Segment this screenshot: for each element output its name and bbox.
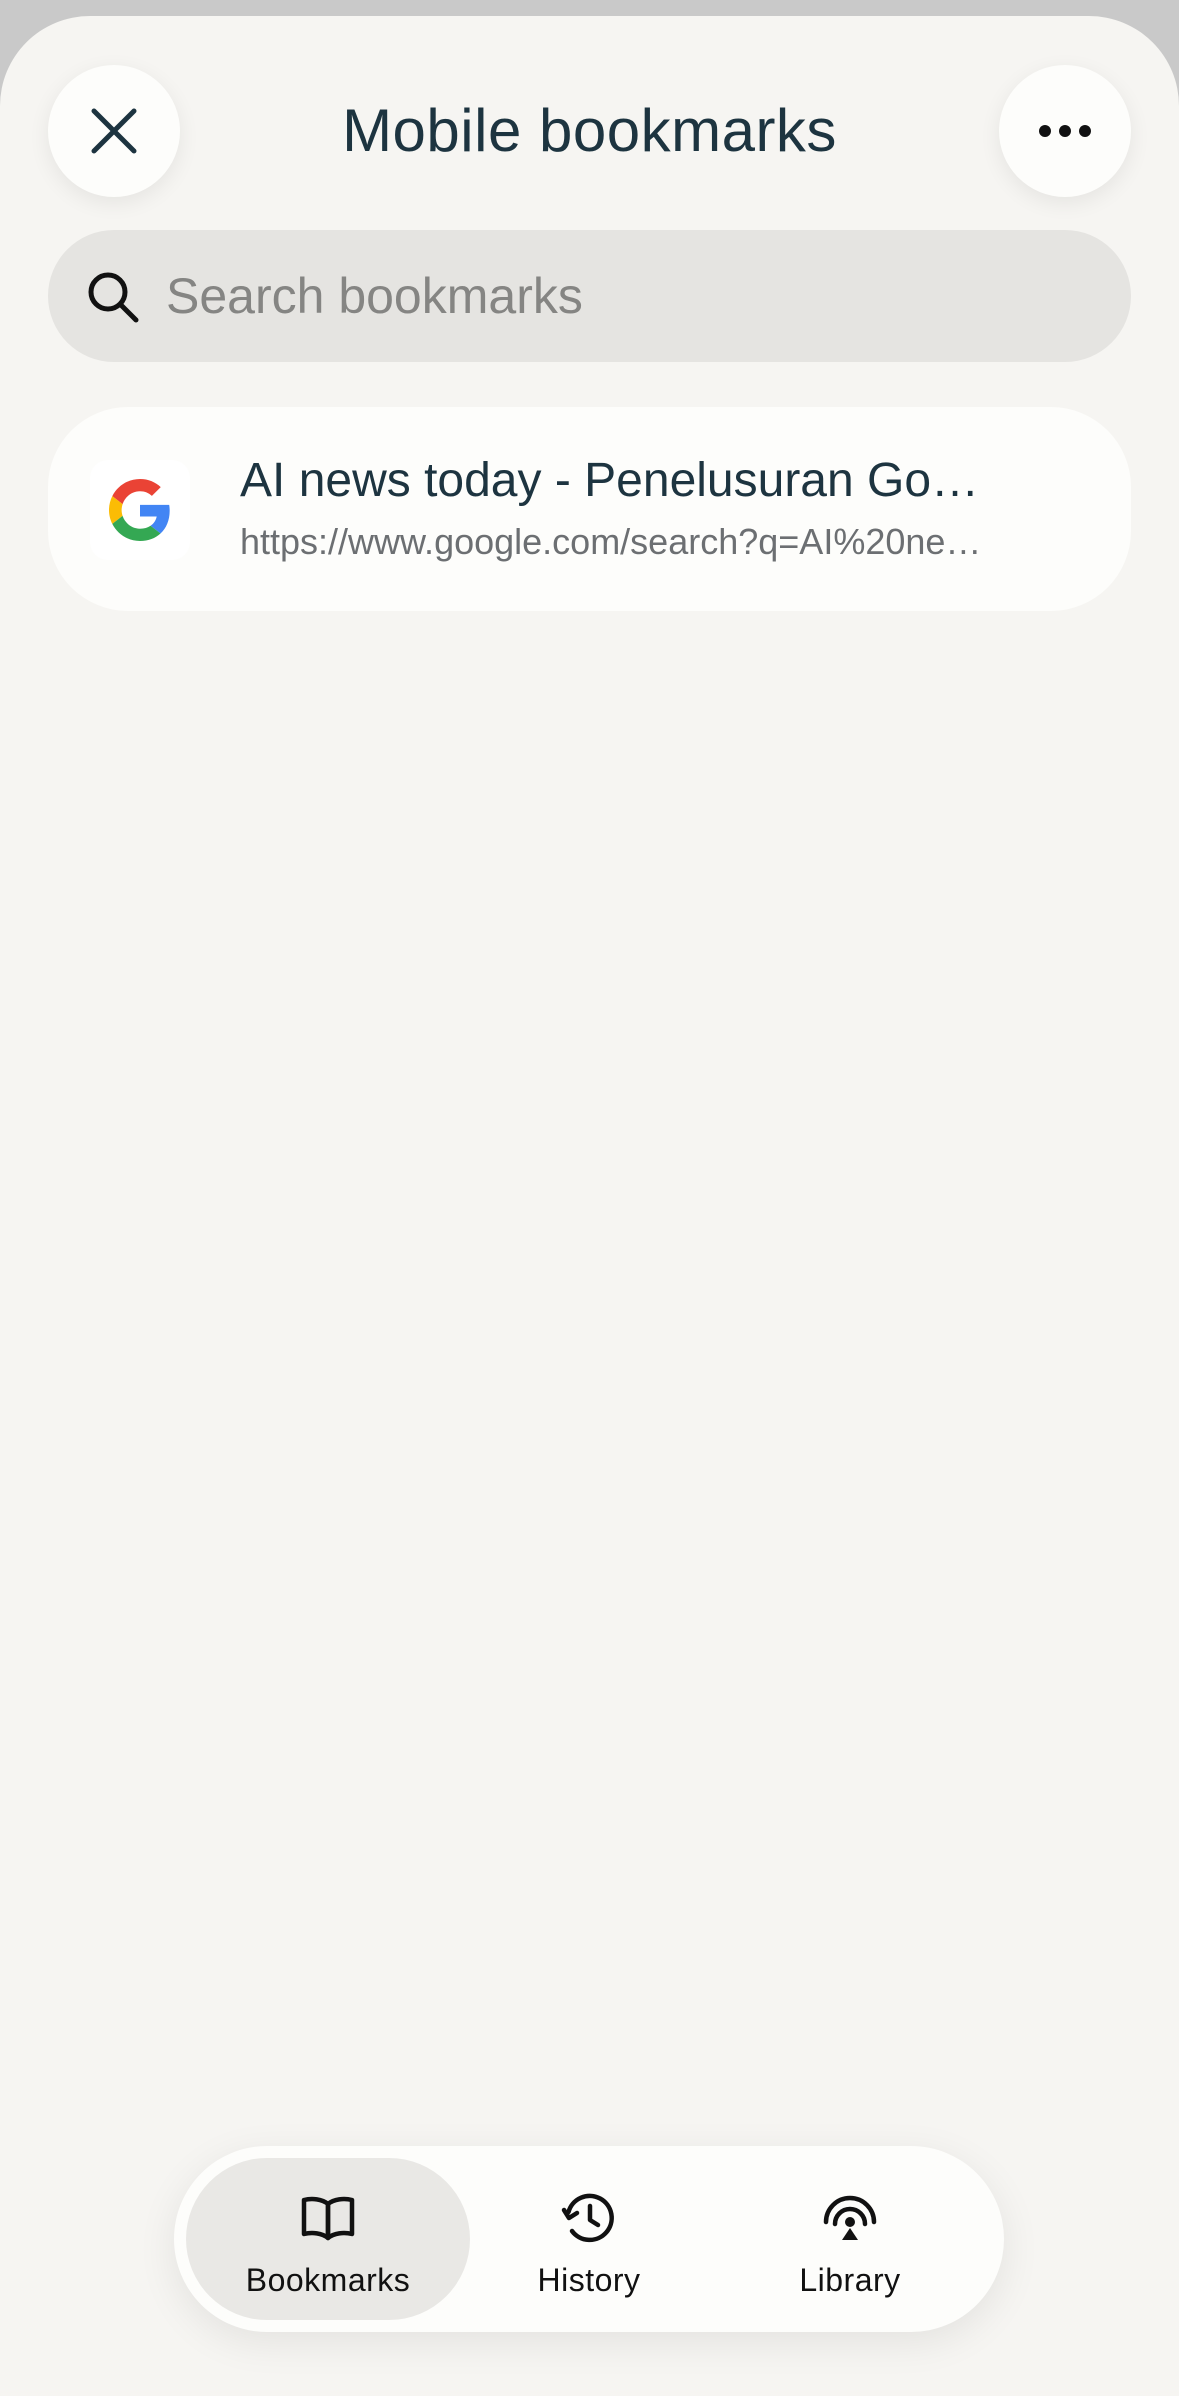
tab-history-label: History xyxy=(537,2262,641,2298)
history-clock-icon xyxy=(561,2193,614,2243)
tab-bookmarks-label: Bookmarks xyxy=(245,2262,411,2298)
search-input[interactable] xyxy=(166,230,1096,362)
bottom-tab-bar: Bookmarks History Library xyxy=(174,2146,1004,2332)
library-broadcast-icon xyxy=(823,2195,877,2240)
bookmark-title: AI news today - Penelusuran Go… xyxy=(240,454,980,507)
book-open-icon xyxy=(301,2196,355,2241)
search-icon xyxy=(88,272,139,323)
tab-library-label: Library xyxy=(799,2262,901,2298)
more-horizontal-icon xyxy=(1039,125,1091,137)
bookmarks-sheet: Mobile bookmarks AI news today - Penelus… xyxy=(0,16,1179,2396)
header: Mobile bookmarks xyxy=(0,16,1179,216)
tab-bookmarks[interactable]: Bookmarks xyxy=(186,2158,470,2320)
search-bar[interactable] xyxy=(48,230,1131,362)
bookmark-url: https://www.google.com/search?q=AI%20ne… xyxy=(240,521,982,562)
tab-library[interactable]: Library xyxy=(708,2158,992,2320)
more-options-button[interactable] xyxy=(999,65,1131,197)
google-favicon-icon xyxy=(90,460,190,560)
bookmark-item[interactable]: AI news today - Penelusuran Go… https://… xyxy=(48,407,1131,611)
tab-history[interactable]: History xyxy=(447,2158,731,2320)
